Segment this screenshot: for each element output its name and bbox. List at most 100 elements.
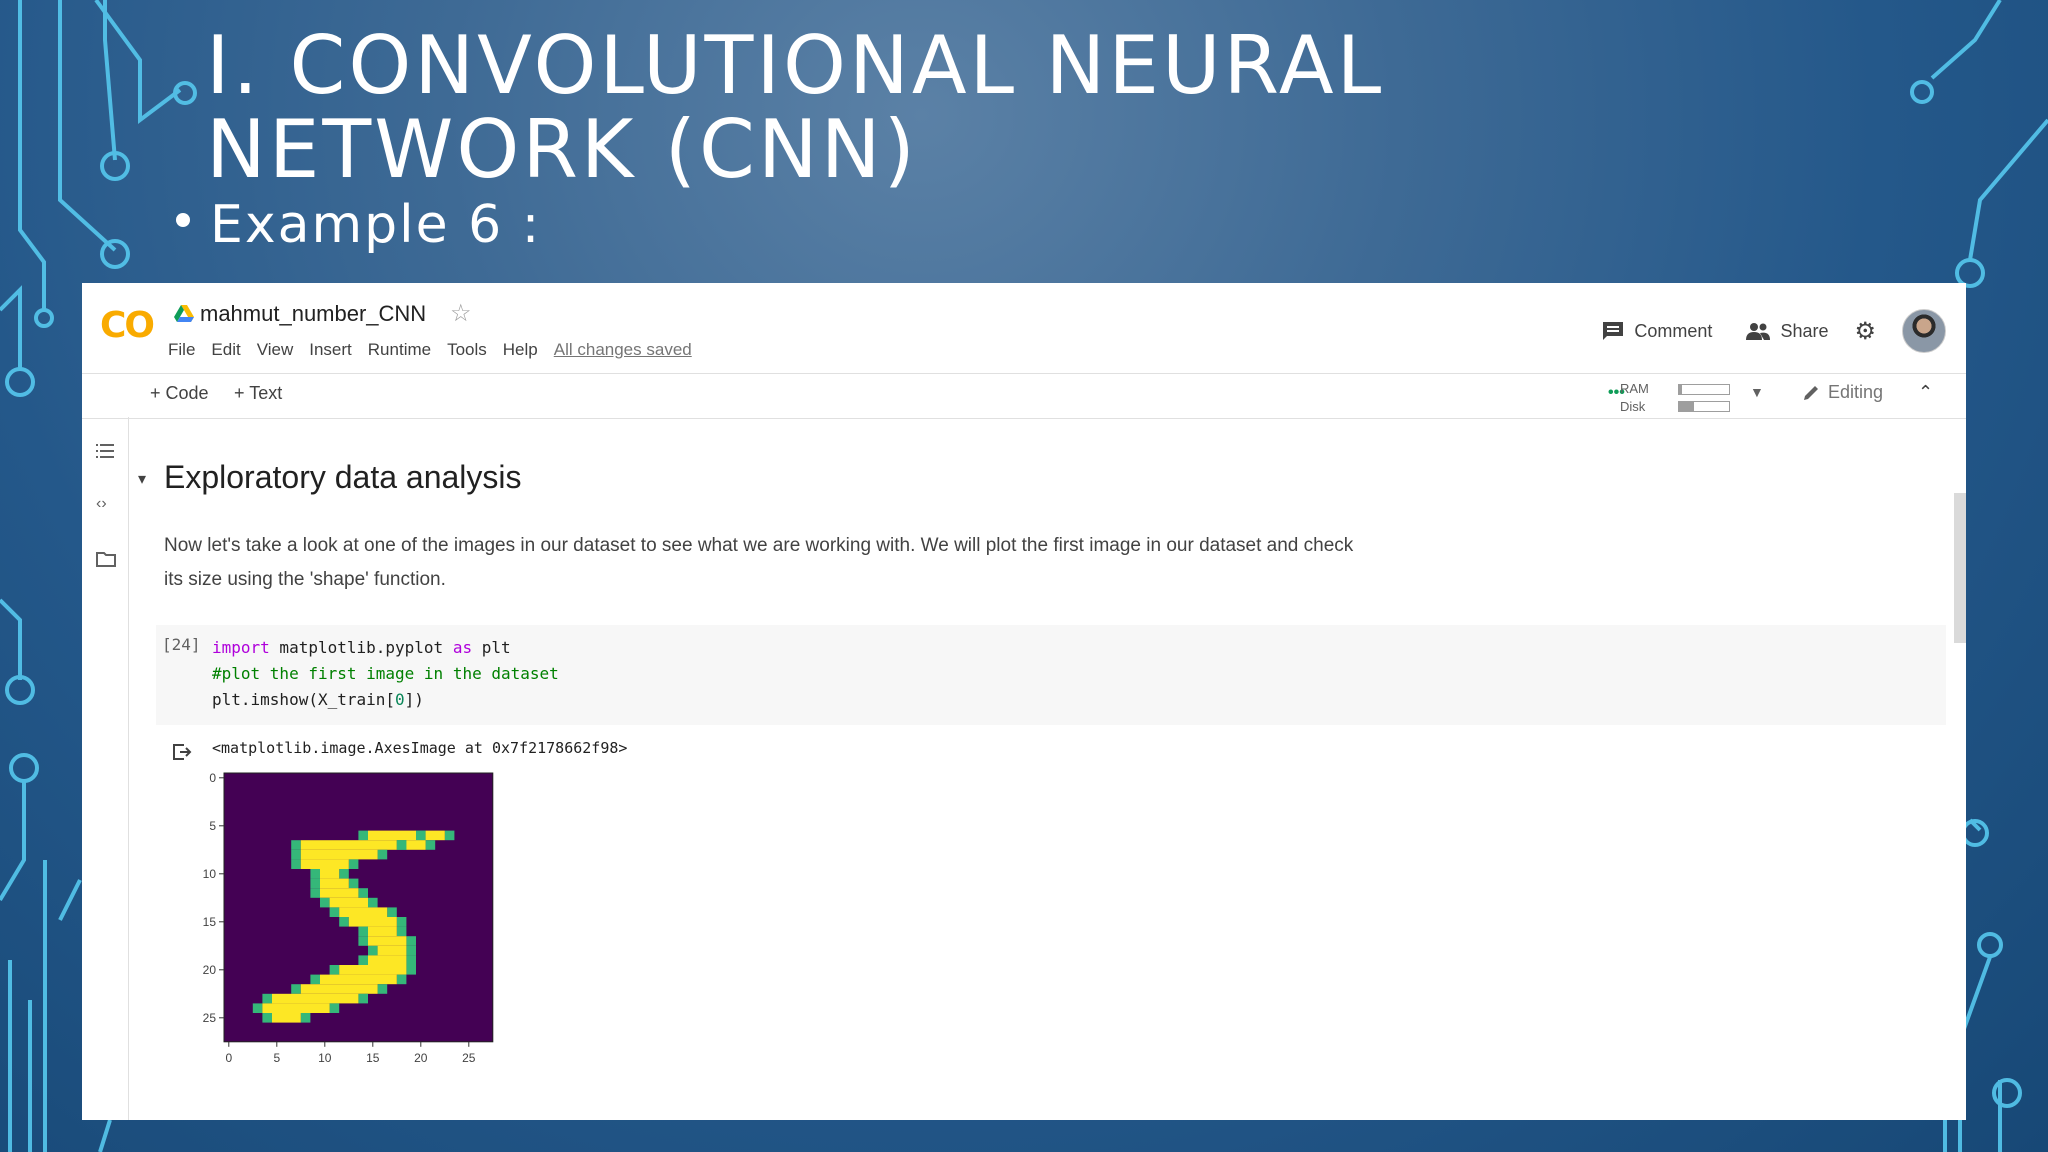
digit-edge-pixel — [262, 993, 272, 1004]
code-comment: #plot the first image in the dataset — [212, 664, 559, 683]
digit-edge-pixel — [348, 878, 359, 889]
x-tick-label: 10 — [318, 1051, 332, 1065]
y-tick-label: 20 — [203, 963, 217, 977]
menu-view[interactable]: View — [257, 340, 294, 360]
x-tick-label: 25 — [462, 1051, 476, 1065]
module-name: matplotlib.pyplot — [269, 638, 453, 657]
chevron-down-icon[interactable]: ▼ — [1750, 384, 1764, 400]
digit-edge-pixel — [358, 830, 368, 841]
share-icon — [1746, 323, 1771, 340]
y-tick-label: 15 — [203, 915, 217, 929]
paragraph-line-1: Now let's take a look at one of the imag… — [164, 535, 1354, 556]
comment-button[interactable]: Comment — [1602, 321, 1712, 342]
colab-logo[interactable]: CO — [100, 305, 155, 346]
menu-insert[interactable]: Insert — [309, 340, 352, 360]
digit-edge-pixel — [291, 849, 301, 860]
digit-pixel-run — [300, 859, 349, 869]
scrollbar[interactable] — [1954, 493, 1966, 643]
digit-edge-pixel — [291, 840, 301, 850]
code-snippets-icon[interactable]: ‹› — [96, 495, 107, 513]
index-number: 0 — [395, 690, 405, 709]
digit-edge-pixel — [339, 869, 349, 879]
digit-edge-pixel — [291, 984, 301, 994]
menu-file[interactable]: File — [168, 340, 195, 360]
folder-icon[interactable] — [96, 551, 116, 567]
digit-edge-pixel — [339, 917, 349, 927]
execution-count[interactable]: [24] — [162, 635, 201, 654]
menu-help[interactable]: Help — [503, 340, 538, 360]
editing-mode-button[interactable]: Editing — [1802, 382, 1883, 403]
bullet-dot — [176, 213, 190, 227]
output-icon[interactable] — [172, 743, 192, 761]
notebook-title[interactable]: mahmut_number_CNN — [200, 301, 426, 327]
section-collapse-icon[interactable]: ▾ — [138, 469, 146, 489]
digit-edge-pixel — [406, 955, 416, 965]
comment-label: Comment — [1634, 320, 1713, 341]
digit-edge-pixel — [358, 926, 368, 937]
x-tick-label: 20 — [414, 1051, 428, 1065]
gear-icon: ⚙ — [1854, 317, 1876, 345]
avatar[interactable] — [1902, 309, 1946, 353]
digit-pixel-run — [406, 840, 426, 850]
digit-pixel-run — [320, 878, 349, 889]
digit-pixel-run — [329, 897, 368, 908]
slide-bullet: Example 6 : — [176, 195, 541, 255]
digit-pixel-run — [320, 888, 359, 898]
digit-edge-pixel — [262, 1013, 272, 1023]
left-sidebar: ‹› — [82, 417, 129, 1120]
google-drive-icon — [174, 305, 194, 322]
ram-label: RAM — [1620, 381, 1649, 396]
digit-edge-pixel — [252, 1003, 263, 1013]
add-text-button[interactable]: + Text — [234, 383, 282, 404]
digit-edge-pixel — [387, 907, 397, 917]
star-icon[interactable]: ☆ — [450, 299, 472, 328]
call-prefix: plt.imshow(X_train[ — [212, 690, 396, 709]
markdown-paragraph: Now let's take a look at one of the imag… — [164, 529, 1504, 597]
menu-edit[interactable]: Edit — [211, 340, 240, 360]
digit-edge-pixel — [406, 965, 416, 975]
share-button[interactable]: Share — [1746, 321, 1828, 342]
digit-pixel-run — [272, 1013, 301, 1023]
paragraph-line-2: its size using the 'shape' function. — [164, 569, 446, 590]
digit-pixel-run — [339, 965, 407, 975]
code-cell[interactable]: [24] import matplotlib.pyplot as plt #plo… — [156, 625, 1946, 725]
disk-bar — [1678, 401, 1730, 412]
ram-bar-fill — [1679, 385, 1682, 394]
digit-pixel-run — [300, 849, 378, 860]
digit-edge-pixel — [329, 1003, 340, 1013]
code-line-2: #plot the first image in the dataset — [212, 661, 559, 687]
chevron-up-icon[interactable]: ⌃ — [1918, 382, 1933, 403]
menu-runtime[interactable]: Runtime — [368, 340, 431, 360]
colab-logo-text: CO — [100, 305, 155, 346]
digit-edge-pixel — [300, 1013, 311, 1023]
digit-pixel-run — [339, 907, 388, 917]
mnist-digit-plot: 0 5 10 15 20 25 0 5 10 15 20 25 — [203, 771, 494, 1065]
digit-edge-pixel — [320, 897, 330, 908]
digit-edge-pixel — [396, 926, 407, 937]
disk-bar-fill — [1679, 402, 1694, 411]
colab-header: CO mahmut_number_CNN ☆ File Edit View In… — [82, 283, 1966, 373]
x-tick-label: 15 — [366, 1051, 380, 1065]
digit-edge-pixel — [358, 993, 368, 1004]
digit-edge-pixel — [396, 840, 407, 850]
save-status[interactable]: All changes saved — [554, 340, 692, 360]
header-actions: Comment Share ⚙ — [1568, 309, 1946, 353]
menu-tools[interactable]: Tools — [447, 340, 487, 360]
code-editor[interactable]: import matplotlib.pyplot as plt #plot the… — [212, 635, 559, 713]
digit-pixel-run — [368, 926, 397, 937]
ram-bar — [1678, 384, 1730, 395]
digit-pixel-run — [320, 974, 397, 985]
digit-pixel-run — [368, 936, 407, 946]
toc-icon[interactable] — [96, 443, 114, 459]
pencil-icon — [1804, 385, 1818, 400]
module-alias: plt — [472, 638, 511, 657]
add-code-button[interactable]: + Code — [150, 383, 209, 404]
x-tick-label: 0 — [225, 1051, 232, 1065]
digit-edge-pixel — [310, 878, 320, 889]
digit-edge-pixel — [329, 965, 340, 975]
x-tick-label: 5 — [273, 1051, 280, 1065]
bullet-text: Example 6 : — [210, 195, 542, 255]
digit-pixel-run — [368, 830, 416, 841]
settings-button[interactable]: ⚙ — [1854, 317, 1876, 346]
y-tick-label: 0 — [209, 771, 216, 785]
